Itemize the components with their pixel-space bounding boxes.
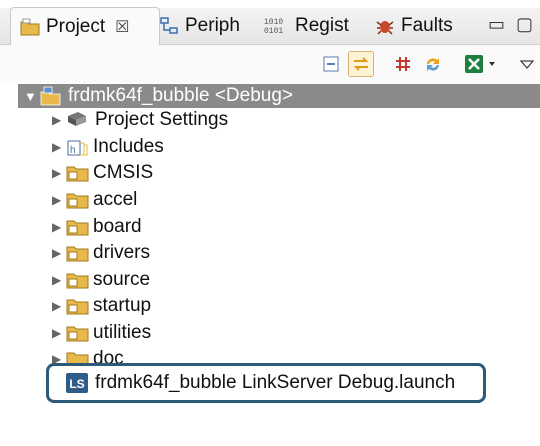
view-menu-icon: [520, 60, 534, 69]
tree-item-label: Includes: [93, 136, 164, 157]
collapsed-arrow-icon[interactable]: ▶: [52, 299, 64, 313]
source-folder-icon: [66, 216, 90, 238]
tree-item-label: source: [93, 269, 151, 290]
expand-arrow-icon[interactable]: ▼: [24, 89, 40, 104]
refresh-button[interactable]: [420, 51, 446, 77]
excel-export-button[interactable]: [462, 51, 502, 77]
svg-text:h: h: [70, 145, 76, 156]
maximize-icon[interactable]: ▢: [516, 14, 533, 35]
tree-item-label: Project Settings: [95, 109, 229, 130]
view-tab-bar: Project ☒ Periph 1010 0101 Regist Faults …: [0, 7, 540, 45]
tree-item-launch-file[interactable]: LS frdmk64f_bubble LinkServer Debug.laun…: [46, 363, 486, 403]
collapsed-arrow-icon[interactable]: ▶: [52, 166, 64, 180]
tab-project[interactable]: Project ☒: [10, 7, 160, 45]
close-tab-icon[interactable]: ☒: [115, 17, 129, 37]
link-with-editor-button[interactable]: [348, 51, 374, 77]
source-folder-icon: [66, 295, 90, 317]
tab-faults-label: Faults: [401, 15, 453, 36]
source-folder-icon: [66, 162, 90, 184]
project-explorer-panel: Project ☒ Periph 1010 0101 Regist Faults …: [0, 0, 540, 446]
collapsed-arrow-icon[interactable]: ▶: [52, 113, 64, 127]
registers-icon: 1010 0101: [264, 15, 290, 37]
tree-item-label: CMSIS: [93, 162, 154, 183]
collapsed-arrow-icon[interactable]: ▶: [52, 193, 64, 207]
svg-text:0101: 0101: [264, 27, 283, 36]
collapse-all-icon: [323, 56, 339, 72]
collapsed-arrow-icon[interactable]: ▶: [52, 246, 64, 260]
source-folder-icon: [66, 242, 90, 264]
tab-faults[interactable]: Faults: [374, 8, 453, 44]
source-folder-icon: [66, 269, 90, 291]
grid-icon: [396, 57, 410, 71]
tab-periph[interactable]: Periph: [158, 8, 240, 44]
tree-item-label: board: [93, 216, 142, 237]
tree-item-label: startup: [93, 295, 152, 316]
collapsed-arrow-icon[interactable]: ▶: [52, 220, 64, 234]
grid-button[interactable]: [390, 51, 416, 77]
linkserver-launch-icon: LS: [65, 372, 89, 394]
tab-project-label: Project: [46, 15, 106, 37]
tab-regist-label: Regist: [295, 15, 349, 36]
launch-file-label: frdmk64f_bubble LinkServer Debug.launch: [95, 372, 456, 393]
link-editor-icon: [353, 57, 369, 71]
collapsed-arrow-icon[interactable]: ▶: [52, 273, 64, 287]
peripherals-icon: [158, 15, 180, 37]
settings-book-icon: [66, 109, 90, 131]
source-folder-icon: [66, 322, 90, 344]
includes-icon: h: [66, 136, 90, 158]
collapse-all-button[interactable]: [318, 51, 344, 77]
collapsed-arrow-icon[interactable]: ▶: [52, 326, 64, 340]
minimize-icon[interactable]: ▭: [488, 14, 505, 35]
tree-item-label: drivers: [93, 242, 151, 263]
project-folder-icon: [19, 16, 41, 38]
faults-bug-icon: [374, 15, 396, 37]
tree-root-project[interactable]: ▼ frdmk64f_bubble <Debug>: [18, 84, 540, 108]
tree-item-label: accel: [93, 189, 138, 210]
project-icon: [40, 86, 64, 106]
collapsed-arrow-icon[interactable]: ▶: [52, 140, 64, 154]
view-menu-button[interactable]: [514, 51, 540, 77]
launch-icon-text: LS: [69, 377, 84, 391]
tab-periph-label: Periph: [185, 15, 240, 36]
tree-item-label: utilities: [93, 322, 152, 343]
excel-icon: [465, 55, 495, 73]
tree-root-label: frdmk64f_bubble <Debug>: [68, 85, 293, 106]
svg-text:1010: 1010: [264, 18, 283, 27]
tab-regist[interactable]: 1010 0101 Regist: [264, 8, 349, 44]
source-folder-icon: [66, 189, 90, 211]
refresh-icon: [427, 58, 439, 71]
view-toolbar: [0, 45, 540, 83]
